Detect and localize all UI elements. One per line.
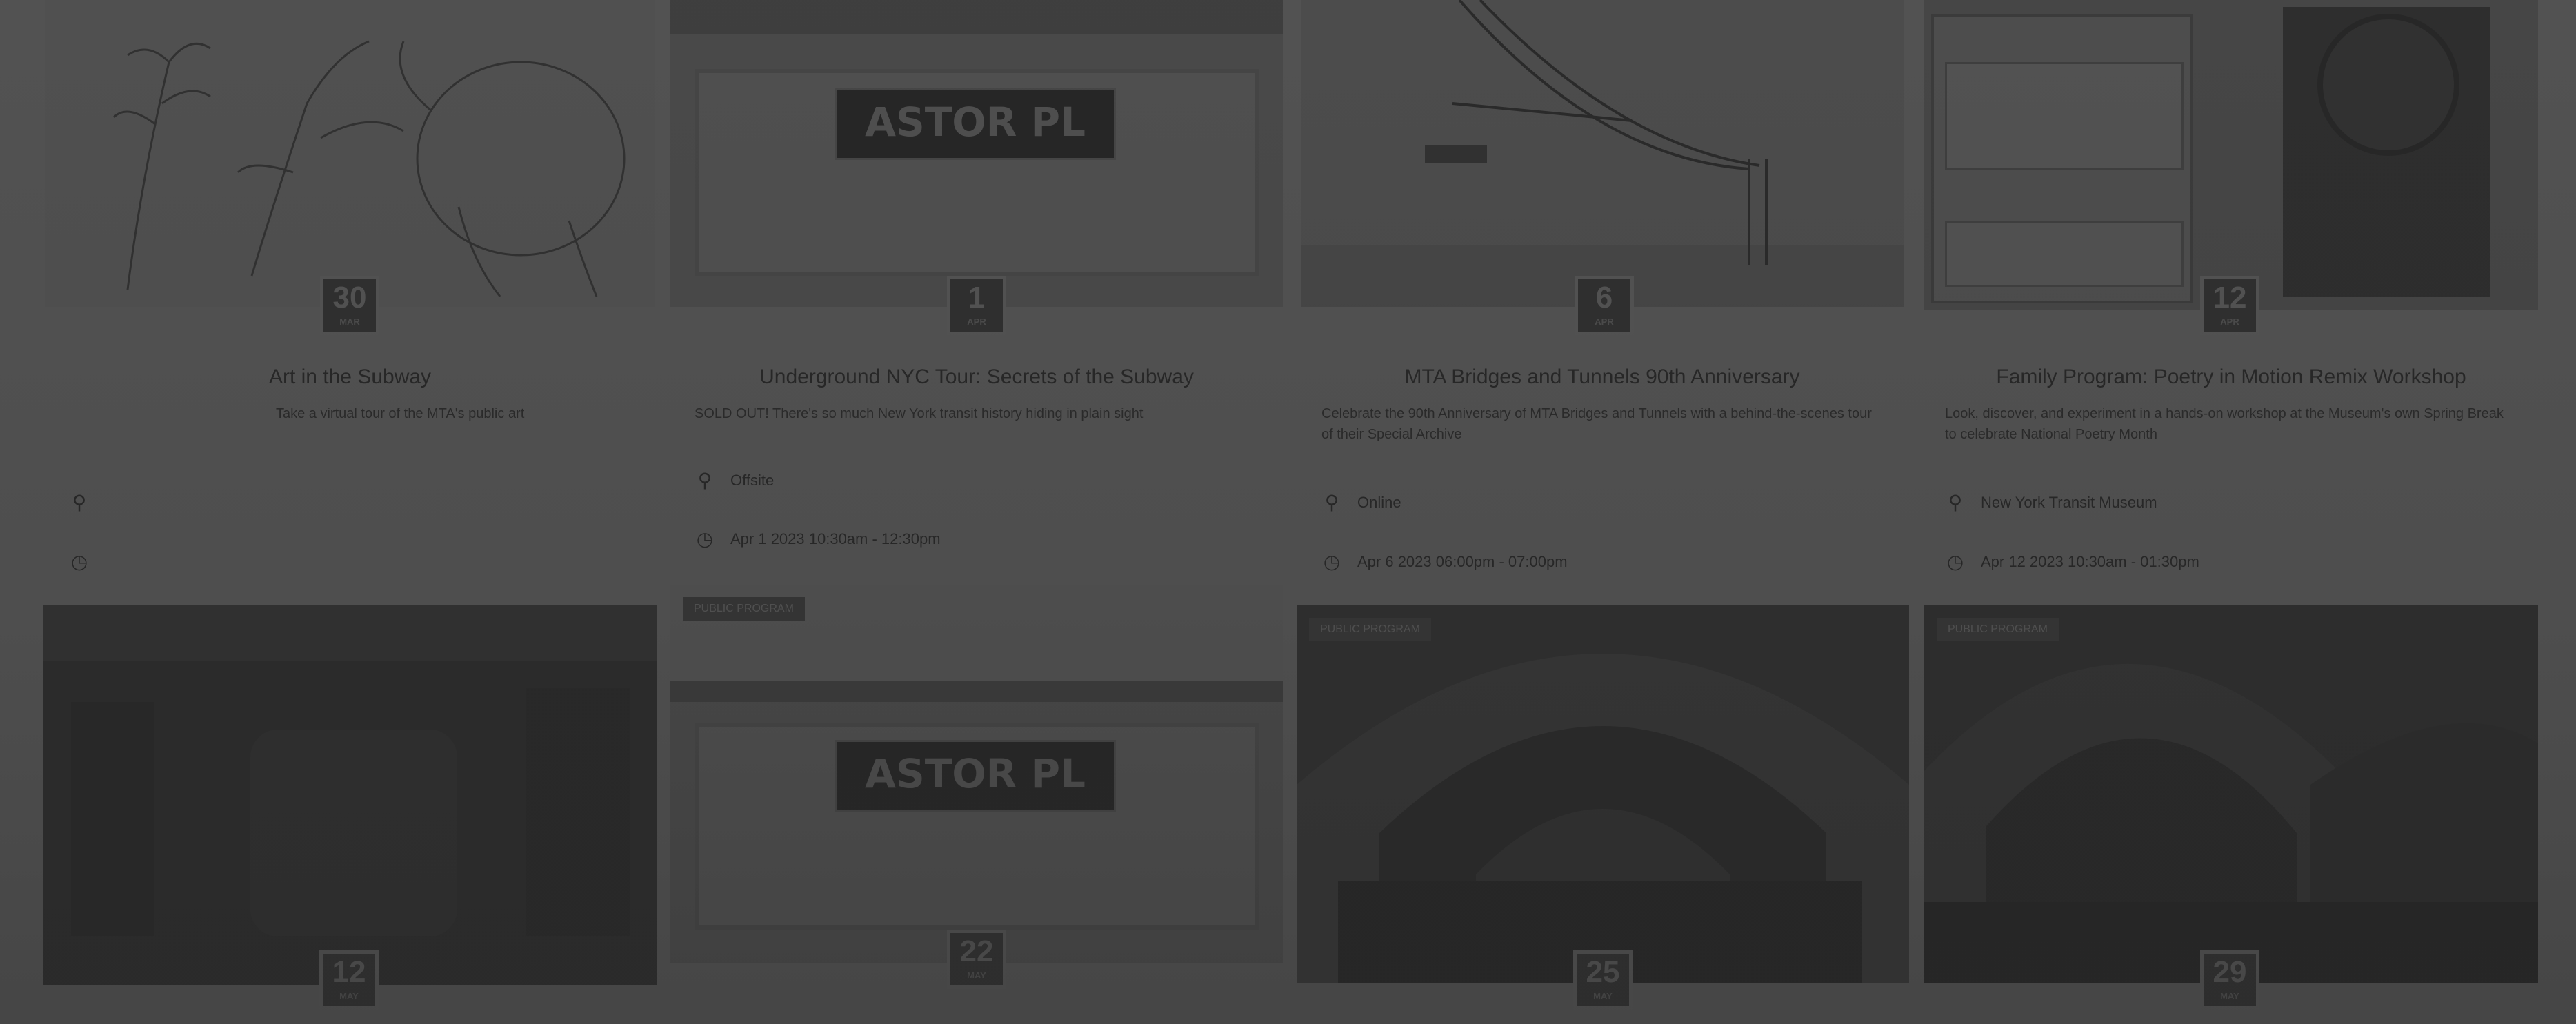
event-card[interactable]: ASTOR PL PUBLIC PROGRAM 22 MAY [670, 585, 1283, 1024]
map-pin-icon: ⚲ [1324, 492, 1339, 513]
bridge-illustration [1301, 0, 1904, 307]
clock-icon: ◷ [696, 528, 714, 550]
events-page: 30 MAR Art in the Subway Take a virtual … [0, 0, 2576, 1024]
vaulted-station-photo [1924, 663, 2538, 983]
event-image[interactable] [1924, 0, 2538, 310]
event-location: ⚲ Offsite [695, 469, 774, 492]
event-description: SOLD OUT! There's so much New York trans… [695, 406, 1144, 421]
event-date-badge: 25 MAY [1573, 950, 1633, 1010]
event-image[interactable] [43, 605, 657, 985]
event-date-badge: 22 MAY [947, 930, 1006, 989]
date-day: 25 [1586, 955, 1620, 989]
map-pin-icon: ⚲ [697, 470, 712, 491]
vaulted-station-photo [1297, 654, 1909, 983]
event-title[interactable]: MTA Bridges and Tunnels 90th Anniversary [1301, 365, 1904, 389]
date-day: 12 [2213, 281, 2247, 314]
event-description: Look, discover, and experiment in a hand… [1945, 406, 2504, 442]
event-date-badge: 12 MAY [319, 950, 379, 1010]
event-location: ⚲ Online [1321, 491, 1401, 514]
event-time: ◷ Apr 1 2023 10:30am - 12:30pm [695, 528, 941, 550]
map-pin-icon: ⚲ [1948, 492, 1963, 513]
event-card[interactable]: 12 MAY [43, 605, 657, 1024]
event-time: ◷ Apr 12 2023 10:30am - 01:30pm [1945, 550, 2199, 573]
category-badge: PUBLIC PROGRAM [1309, 618, 1431, 641]
event-image[interactable] [45, 0, 655, 307]
event-location: ⚲ New York Transit Museum [1945, 491, 2157, 514]
event-time: ◷ Apr 6 2023 06:00pm - 07:00pm [1321, 550, 1568, 573]
event-image[interactable]: ASTOR PL [670, 585, 1283, 963]
event-title[interactable]: Art in the Subway [45, 365, 655, 389]
event-date-badge: 1 APR [947, 276, 1006, 335]
date-day: 30 [332, 281, 367, 314]
date-day: 22 [959, 934, 994, 968]
botanical-illustration [112, 40, 626, 297]
event-card[interactable]: PUBLIC PROGRAM 29 MAY [1924, 605, 2538, 1024]
location-text: Online [1357, 493, 1401, 511]
date-month: MAR [339, 317, 360, 327]
date-day: 12 [332, 955, 366, 989]
date-day: 29 [2213, 955, 2247, 989]
event-card[interactable]: 6 APR MTA Bridges and Tunnels 90th Anniv… [1301, 0, 1904, 593]
location-text: New York Transit Museum [1981, 493, 2157, 511]
time-text: Apr 12 2023 10:30am - 01:30pm [1981, 552, 2199, 570]
event-card[interactable]: 30 MAR Art in the Subway Take a virtual … [0, 0, 655, 593]
event-image[interactable] [1924, 605, 2538, 983]
event-title[interactable]: Family Program: Poetry in Motion Remix W… [1924, 365, 2538, 389]
date-month: MAY [967, 970, 986, 981]
station-sign: ASTOR PL [835, 740, 1116, 812]
category-badge: PUBLIC PROGRAM [683, 597, 805, 621]
event-image[interactable]: ASTOR PL [670, 0, 1283, 307]
time-text: Apr 6 2023 06:00pm - 07:00pm [1357, 552, 1568, 570]
event-card[interactable]: ASTOR PL 1 APR Underground NYC Tour: Sec… [670, 0, 1283, 593]
station-sign: ASTOR PL [835, 88, 1116, 160]
event-card[interactable]: PUBLIC PROGRAM 25 MAY [1297, 605, 1909, 1024]
date-month: APR [1595, 317, 1614, 327]
event-card[interactable]: 12 APR Family Program: Poetry in Motion … [1924, 0, 2538, 593]
event-date-badge: 6 APR [1575, 276, 1634, 335]
date-day: 6 [1595, 281, 1613, 314]
event-date-badge: 30 MAR [320, 276, 379, 335]
event-image[interactable] [1297, 605, 1909, 983]
time-text: Apr 1 2023 10:30am - 12:30pm [730, 530, 941, 548]
date-month: APR [2220, 317, 2239, 327]
clock-icon: ◷ [1323, 551, 1341, 572]
event-location: ⚲ [69, 491, 105, 514]
event-date-badge: 12 APR [2200, 276, 2259, 335]
clock-icon: ◷ [1946, 551, 1964, 572]
map-pin-icon: ⚲ [72, 492, 87, 513]
location-text: Offsite [730, 471, 775, 489]
date-month: MAY [339, 991, 359, 1001]
date-month: MAY [1593, 991, 1613, 1001]
event-date-badge: 29 MAY [2200, 950, 2259, 1010]
event-image[interactable] [1301, 0, 1904, 307]
event-title[interactable]: Underground NYC Tour: Secrets of the Sub… [670, 365, 1283, 389]
event-description: Celebrate the 90th Anniversary of MTA Br… [1321, 406, 1872, 442]
event-time: ◷ [69, 550, 105, 573]
category-badge: PUBLIC PROGRAM [1937, 618, 2059, 641]
event-description: Take a virtual tour of the MTA's public … [276, 406, 525, 421]
clock-icon: ◷ [70, 551, 88, 572]
date-day: 1 [968, 281, 986, 314]
date-month: APR [967, 317, 986, 327]
date-month: MAY [2220, 991, 2239, 1001]
